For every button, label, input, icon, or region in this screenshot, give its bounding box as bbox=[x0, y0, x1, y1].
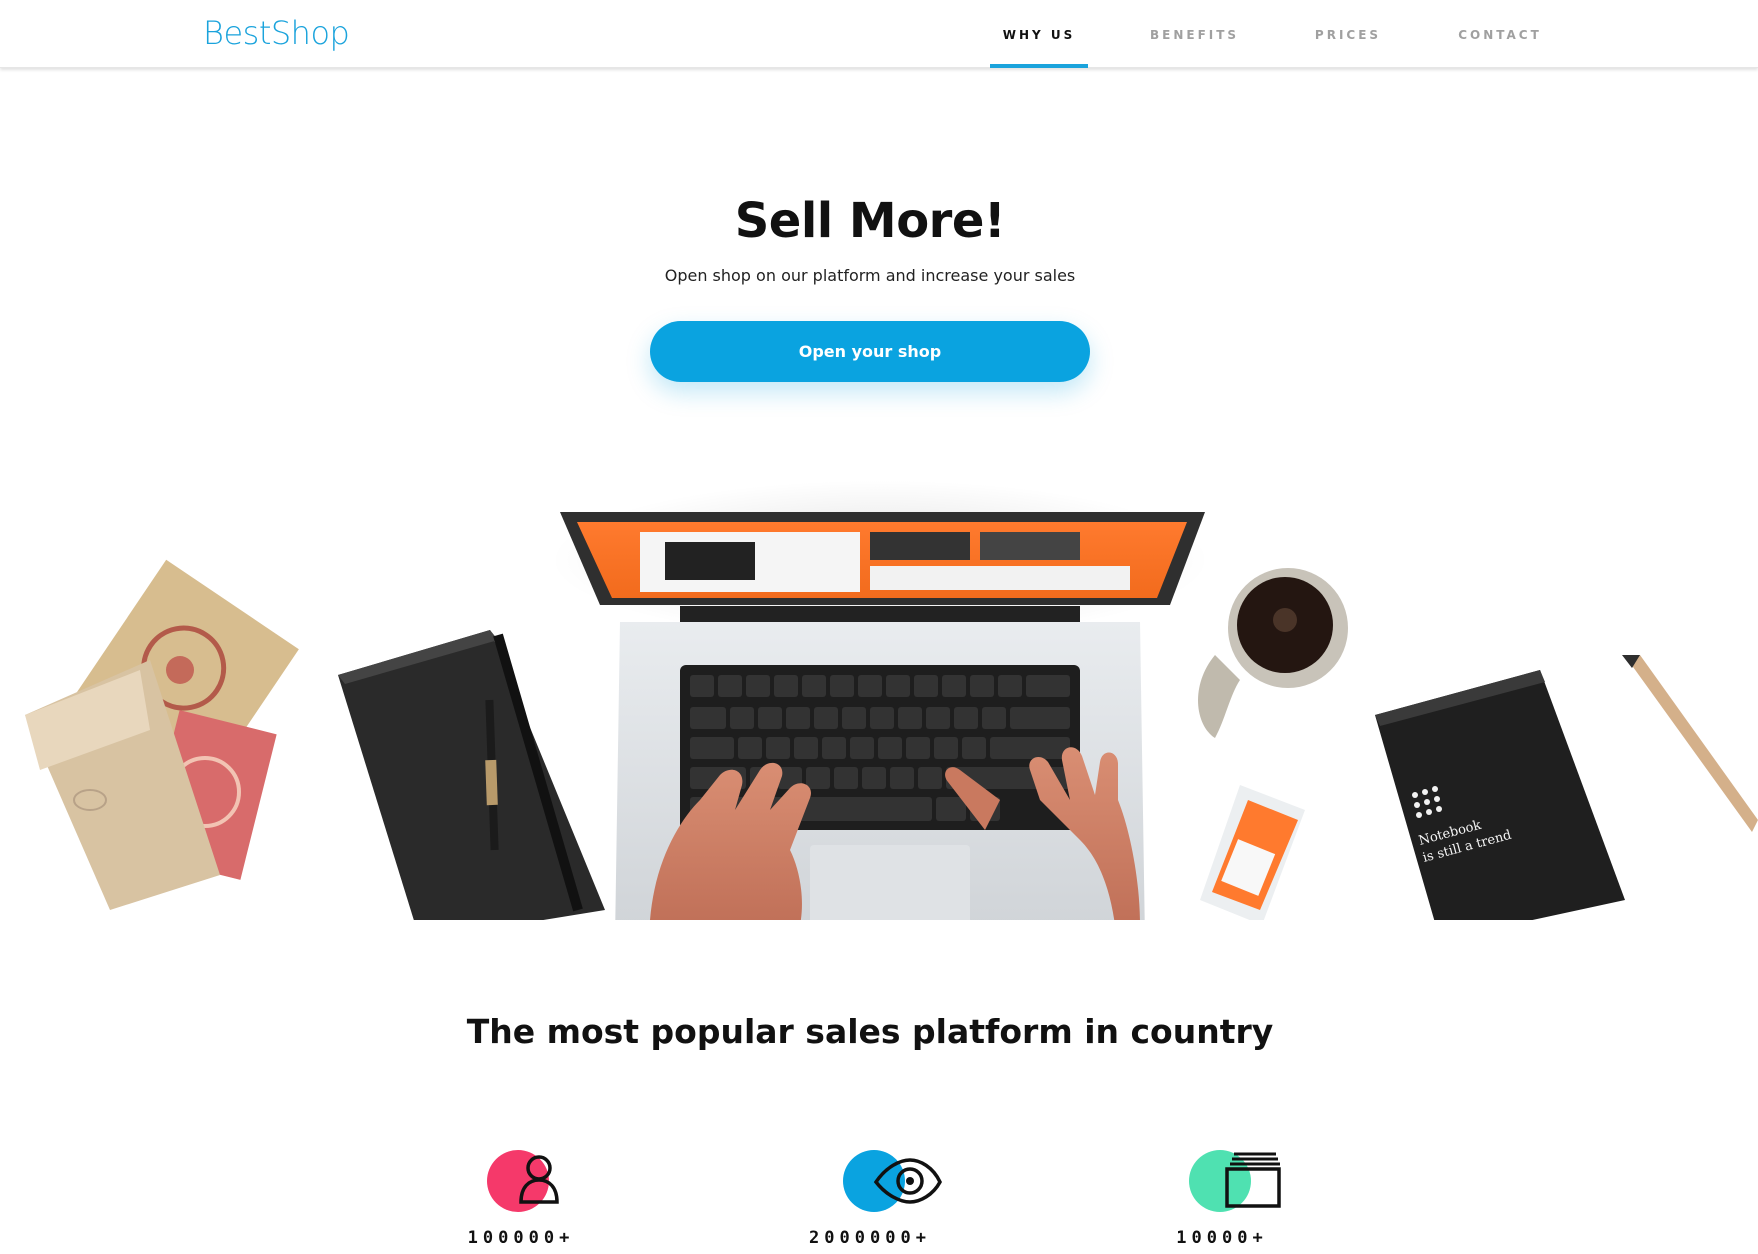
eye-icon bbox=[843, 1150, 942, 1212]
stat-shops-value: 10000+ bbox=[1176, 1228, 1268, 1248]
nav-benefits[interactable]: BENEFITS bbox=[1150, 0, 1238, 68]
pencil bbox=[1622, 655, 1758, 832]
nav-why-us[interactable]: WHY US bbox=[990, 0, 1088, 68]
desk-illustration: Notebook is still a trend bbox=[25, 480, 1758, 920]
logo[interactable]: BestShop bbox=[203, 14, 350, 52]
stat-users-value: 100000+ bbox=[467, 1228, 575, 1248]
hero-title: Sell More! bbox=[734, 193, 1006, 249]
hero-subtitle: Open shop on our platform and increase y… bbox=[664, 266, 1076, 285]
user-icon bbox=[487, 1150, 559, 1212]
coffee-mug bbox=[1198, 568, 1348, 738]
stat-views-value: 2000000+ bbox=[809, 1228, 931, 1248]
right-notebook: Notebook is still a trend bbox=[1375, 670, 1625, 920]
hero-desk-image: Notebook is still a trend bbox=[0, 470, 1758, 920]
smartphone bbox=[1200, 785, 1305, 920]
open-shop-button[interactable]: Open your shop bbox=[650, 321, 1090, 382]
nav-prices[interactable]: PRICES bbox=[1309, 0, 1387, 68]
section-title: The most popular sales platform in count… bbox=[466, 1012, 1274, 1051]
stat-views: 2000000+ bbox=[770, 1145, 970, 1254]
stack-icon bbox=[1189, 1150, 1281, 1212]
greeting-cards bbox=[25, 559, 299, 910]
left-notebook bbox=[338, 630, 605, 920]
nav-contact[interactable]: CONTACT bbox=[1455, 0, 1545, 68]
stat-shops: 10000+ bbox=[1122, 1145, 1322, 1254]
top-header: BestShop WHY US BENEFITS PRICES CONTACT bbox=[0, 0, 1758, 68]
stat-users: 100000+ bbox=[421, 1145, 621, 1254]
